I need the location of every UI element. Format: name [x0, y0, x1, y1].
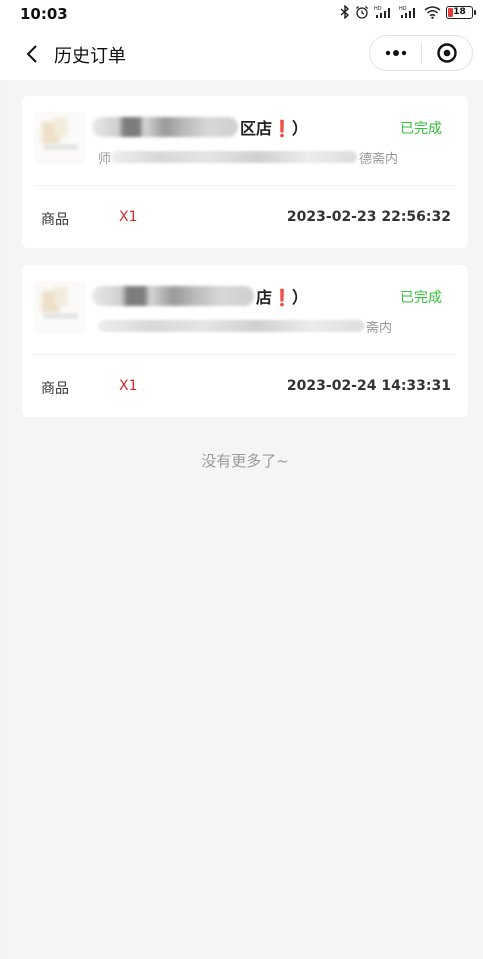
card-divider	[34, 185, 456, 186]
store-thumbnail	[34, 281, 86, 333]
more-button[interactable]	[370, 36, 421, 70]
store-name-line: 区店❗）	[92, 116, 308, 138]
store-name-line: 店❗）	[92, 285, 308, 307]
store-name: 店❗）	[256, 288, 308, 307]
store-name: 区店❗）	[240, 119, 308, 138]
order-card[interactable]: 区店❗） 师 德斋内 已完成 商品 X1 2023-02-23 22:56:32	[22, 96, 468, 248]
order-time: 2023-02-23 22:56:32	[286, 209, 451, 225]
wifi-icon	[424, 5, 441, 19]
order-time: 2023-02-24 14:33:31	[286, 378, 451, 394]
nav-bar: 历史订单	[0, 28, 483, 80]
redacted-address	[111, 151, 358, 163]
alarm-icon	[355, 5, 369, 19]
chevron-left-icon	[26, 45, 37, 63]
order-list: 区店❗） 师 德斋内 已完成 商品 X1 2023-02-23 22:56:32…	[7, 80, 483, 959]
battery-icon: 18	[446, 5, 476, 19]
end-of-list-text: 没有更多了~	[201, 452, 289, 470]
goods-quantity: X1	[119, 209, 138, 225]
close-miniprogram-button[interactable]	[422, 36, 472, 70]
more-dots-icon	[385, 50, 406, 56]
status-bar: 10:03 HD HD 18	[0, 0, 483, 28]
redacted-store-name	[92, 286, 254, 306]
redacted-store-name	[92, 117, 238, 137]
order-status: 已完成	[400, 121, 442, 137]
order-status: 已完成	[400, 290, 442, 306]
store-address-line: 师 德斋内	[96, 148, 399, 167]
svg-text:HD: HD	[399, 6, 407, 12]
goods-label: 商品	[41, 212, 69, 228]
address-suffix: 德斋内	[359, 151, 399, 167]
target-circle-icon	[437, 43, 457, 63]
address-suffix: 斋内	[366, 320, 393, 336]
card-divider	[34, 354, 456, 355]
signal-icon-2: HD	[399, 5, 419, 19]
mini-program-capsule	[369, 35, 473, 71]
status-time: 10:03	[20, 5, 68, 23]
page-title: 历史订单	[54, 46, 126, 67]
goods-label: 商品	[41, 381, 69, 397]
status-icons: HD HD 18	[340, 5, 476, 19]
back-button[interactable]	[18, 40, 46, 68]
store-thumbnail	[34, 112, 86, 164]
address-prefix: 师	[98, 151, 112, 167]
svg-text:HD: HD	[374, 6, 382, 12]
redacted-address	[98, 320, 364, 332]
bluetooth-icon	[340, 5, 350, 19]
store-address-line: 斋内	[96, 317, 393, 336]
goods-quantity: X1	[119, 378, 138, 394]
battery-level: 18	[453, 7, 466, 17]
signal-icon: HD	[374, 5, 394, 19]
order-card[interactable]: 店❗） 斋内 已完成 商品 X1 2023-02-24 14:33:31	[22, 265, 468, 417]
